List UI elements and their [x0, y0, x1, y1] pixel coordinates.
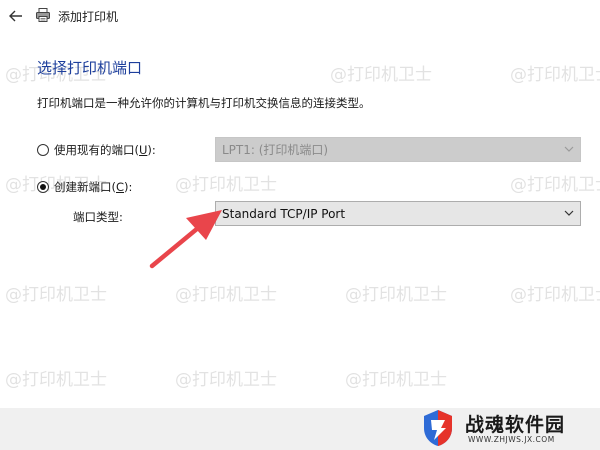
- back-arrow-icon[interactable]: [6, 6, 26, 26]
- radio-selected-dot: [40, 184, 46, 190]
- watermark: @打印机卫士: [175, 285, 277, 305]
- existing-port-radio[interactable]: [37, 144, 49, 156]
- watermark: @打印机卫士: [345, 285, 447, 305]
- chevron-down-icon: [564, 146, 574, 152]
- watermark: @打印机卫士: [5, 370, 107, 390]
- new-port-radio[interactable]: [37, 181, 49, 193]
- watermark: @打印机卫士: [330, 65, 432, 85]
- watermark: @打印机卫士: [510, 285, 600, 305]
- title-bar: 添加打印机: [0, 0, 600, 32]
- existing-port-label[interactable]: 使用现有的端口(U):: [54, 142, 156, 158]
- port-type-select[interactable]: Standard TCP/IP Port: [215, 201, 581, 226]
- watermark: @打印机卫士: [510, 65, 600, 85]
- page-description: 打印机端口是一种允许你的计算机与打印机交换信息的连接类型。: [37, 96, 371, 110]
- page-title: 选择打印机端口: [37, 59, 143, 77]
- new-port-label[interactable]: 创建新端口(C):: [54, 179, 132, 195]
- annotation-arrow: [149, 210, 222, 269]
- brand-url: WWW.ZHJWS.JX.COM: [468, 435, 555, 444]
- brand-name: 战魂软件园: [465, 414, 566, 436]
- watermark: @打印机卫士: [175, 175, 277, 195]
- brand-logo: 战魂软件园 WWW.ZHJWS.JX.COM: [415, 407, 600, 450]
- port-type-label: 端口类型:: [73, 210, 123, 224]
- port-type-value: Standard TCP/IP Port: [222, 206, 346, 221]
- brand-logo-icon: [424, 410, 452, 446]
- watermark: @打印机卫士: [345, 370, 447, 390]
- window-title: 添加打印机: [58, 10, 119, 24]
- existing-port-value: LPT1: (打印机端口): [222, 143, 329, 157]
- printer-icon: [35, 7, 51, 23]
- watermark: @打印机卫士: [510, 175, 600, 195]
- watermark: @打印机卫士: [5, 285, 107, 305]
- existing-port-select: LPT1: (打印机端口): [215, 137, 581, 162]
- watermark: @打印机卫士: [175, 370, 277, 390]
- chevron-down-icon[interactable]: [564, 208, 574, 218]
